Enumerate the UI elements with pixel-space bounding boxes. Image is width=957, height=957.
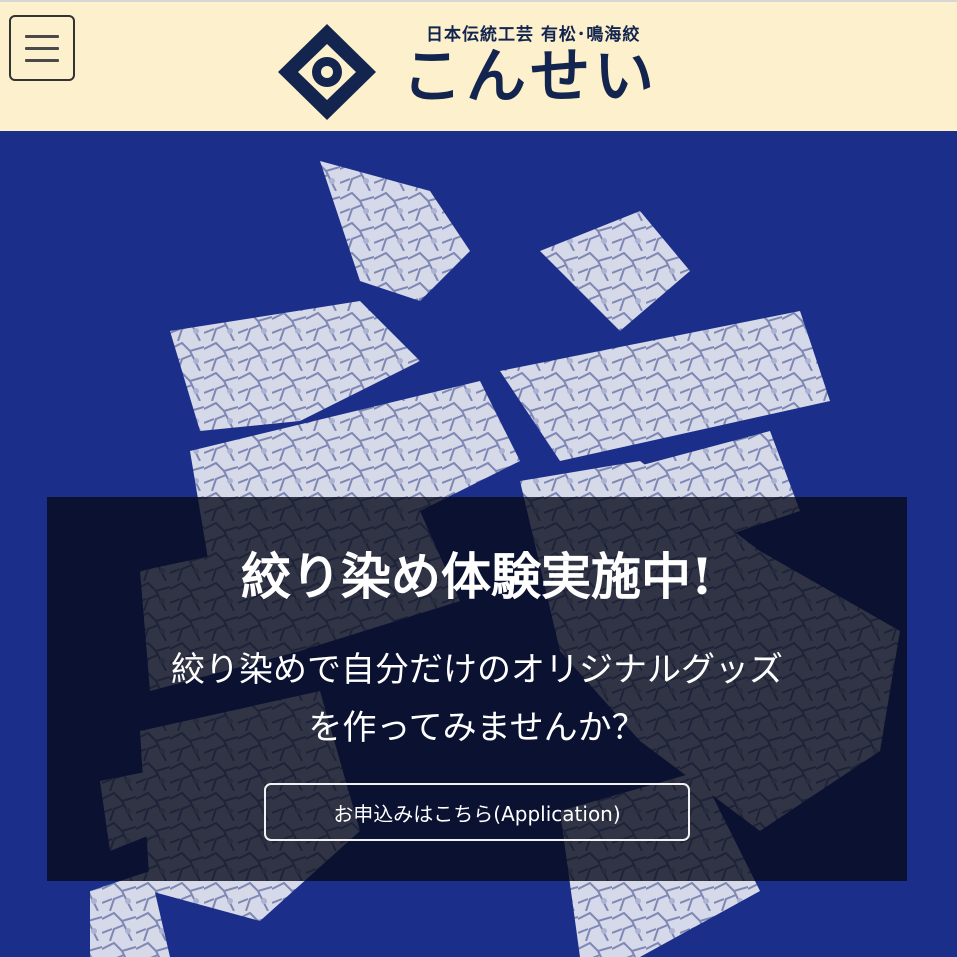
apply-button[interactable]: お申込みはこちら(Application) xyxy=(264,783,690,841)
hamburger-menu-button[interactable] xyxy=(9,15,75,81)
promo-subtext-line2: を作ってみませんか？ xyxy=(308,708,646,748)
hamburger-menu-icon xyxy=(25,34,59,38)
hamburger-menu-icon-line xyxy=(25,46,59,50)
hero-section: 絞り染め体験実施中! 絞り染めで自分だけのオリジナルグッズ を作ってみませんか？… xyxy=(0,131,957,957)
site-header: 日本伝統工芸 有松･鳴海絞 こんせい xyxy=(0,0,957,131)
promo-headline: 絞り染め体験実施中! xyxy=(241,547,713,606)
logo-wordmark: こんせい xyxy=(402,42,658,112)
kansei-crest-icon xyxy=(278,24,376,120)
promo-overlay: 絞り染め体験実施中! 絞り染めで自分だけのオリジナルグッズ を作ってみませんか？… xyxy=(47,497,907,881)
promo-subtext: 絞り染めで自分だけのオリジナルグッズ を作ってみませんか？ xyxy=(47,641,907,757)
hamburger-menu-icon-line xyxy=(25,58,59,62)
site-logo[interactable]: 日本伝統工芸 有松･鳴海絞 こんせい xyxy=(274,16,684,124)
promo-subtext-line1: 絞り染めで自分だけのオリジナルグッズ xyxy=(171,650,783,690)
